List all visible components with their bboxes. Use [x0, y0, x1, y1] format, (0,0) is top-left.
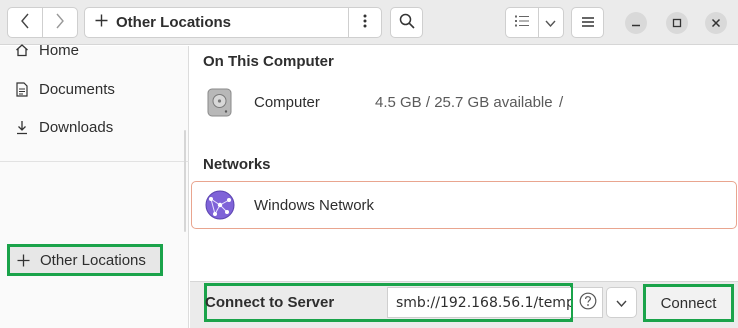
vertical-dots-icon	[363, 14, 367, 32]
plus-icon	[95, 14, 108, 31]
server-help-button[interactable]	[573, 287, 603, 318]
minimize-button[interactable]	[625, 12, 647, 34]
path-menu-button[interactable]	[348, 8, 381, 37]
connect-button-label: Connect	[660, 294, 717, 312]
section-title-networks: Networks	[203, 156, 271, 173]
minimize-icon	[631, 15, 641, 32]
hamburger-icon	[581, 14, 594, 31]
maximize-button[interactable]	[666, 12, 688, 34]
sidebar-item-downloads[interactable]: Downloads	[0, 111, 189, 143]
question-circle-icon	[579, 292, 597, 314]
chevron-down-icon	[545, 14, 556, 31]
connect-button[interactable]: Connect	[643, 284, 734, 322]
back-button[interactable]	[8, 8, 42, 37]
sidebar-item-label: Downloads	[39, 118, 114, 136]
plus-icon	[16, 252, 30, 268]
search-button[interactable]	[390, 7, 423, 38]
location-name: Computer	[254, 94, 320, 111]
maximize-icon	[672, 15, 682, 32]
location-mount-point: /	[559, 94, 564, 111]
path-crumb[interactable]: Other Locations	[95, 8, 231, 37]
view-options-button[interactable]	[537, 8, 563, 37]
search-icon	[399, 13, 415, 33]
sidebar-item-home[interactable]: Home	[0, 34, 189, 66]
view-switcher	[505, 7, 564, 38]
location-name: Windows Network	[254, 196, 375, 214]
sidebar-item-label: Other Locations	[40, 251, 146, 269]
location-row-windows-network[interactable]: Windows Network	[191, 181, 737, 229]
chevron-down-icon	[616, 294, 627, 311]
section-title-on-this-computer: On This Computer	[203, 53, 334, 70]
location-row-computer[interactable]: Computer 4.5 GB / 25.7 GB available /	[190, 80, 738, 125]
sidebar: Home Documents Downloads	[0, 42, 189, 328]
path-label: Other Locations	[116, 14, 232, 31]
sidebar-item-documents[interactable]: Documents	[0, 73, 189, 105]
sidebar-scrollbar[interactable]	[184, 130, 186, 232]
sidebar-divider	[0, 161, 189, 162]
close-icon	[711, 15, 721, 32]
sidebar-item-label: Home	[39, 41, 80, 59]
download-icon	[15, 119, 29, 135]
chevron-right-icon	[55, 13, 65, 33]
sidebar-item-other-locations[interactable]: Other Locations	[7, 244, 163, 276]
forward-button[interactable]	[42, 8, 77, 37]
close-button[interactable]	[705, 12, 727, 34]
main-menu-button[interactable]	[571, 7, 604, 38]
server-address-input[interactable]	[387, 287, 571, 318]
chevron-left-icon	[20, 13, 30, 33]
list-view-button[interactable]	[506, 8, 538, 37]
location-storage-info: 4.5 GB / 25.7 GB available	[375, 94, 553, 111]
document-icon	[15, 81, 29, 97]
hard-drive-icon	[205, 88, 234, 117]
home-icon	[15, 42, 29, 58]
list-view-icon	[514, 14, 529, 31]
connect-to-server-label: Connect to Server	[205, 294, 335, 311]
recent-servers-dropdown[interactable]	[606, 287, 637, 318]
network-globe-icon	[205, 190, 235, 220]
sidebar-item-label: Documents	[39, 80, 115, 98]
